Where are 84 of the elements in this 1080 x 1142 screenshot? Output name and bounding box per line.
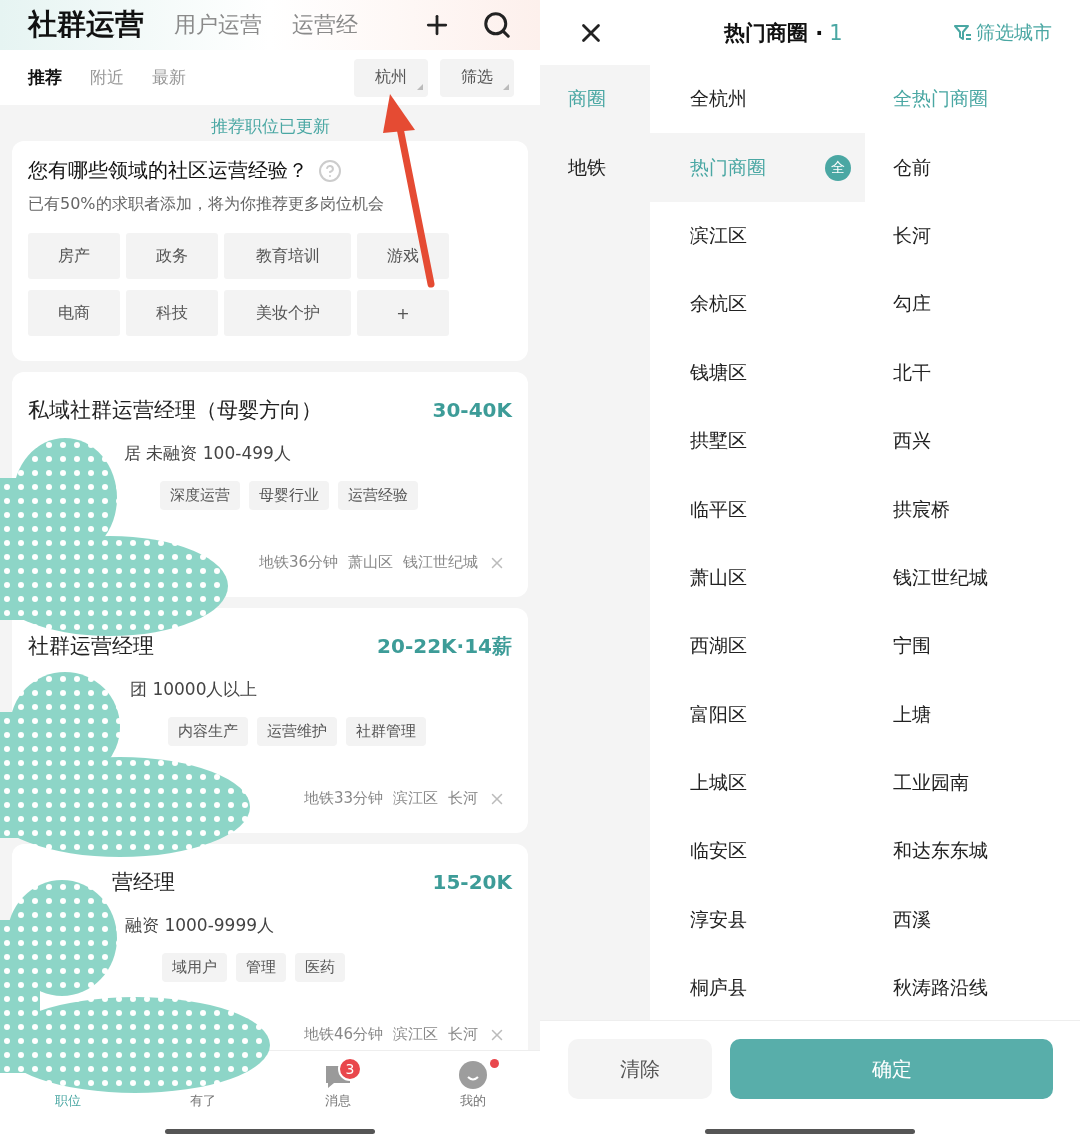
job-tag: 社群管理 (346, 717, 426, 746)
category-tab[interactable]: 社群运营 (28, 5, 144, 45)
district-item[interactable]: 钱塘区 (650, 338, 865, 407)
company-info: 居 未融资 100-499人 (124, 442, 292, 465)
sort-tab[interactable]: 推荐 (28, 66, 62, 89)
district-item[interactable]: 滨江区 (650, 201, 865, 271)
job-title: 社群运营经理 (28, 633, 154, 660)
business-area-item[interactable]: 勾庄 (865, 270, 1080, 339)
field-tag[interactable]: 游戏 (357, 233, 449, 279)
filter-dropdown[interactable]: 杭州 (354, 58, 428, 97)
field-tag[interactable]: 教育培训 (224, 233, 351, 279)
job-tag: 医药 (295, 953, 345, 982)
district-item[interactable]: 淳安县 (650, 885, 865, 955)
job-tag: 内容生产 (168, 717, 248, 746)
business-area-item[interactable]: 宁围 (865, 612, 1080, 681)
location-text: 滨江区 (393, 1025, 438, 1044)
job-tag: 管理 (236, 953, 286, 982)
field-tag[interactable]: 科技 (126, 290, 218, 336)
business-area-item[interactable]: 上塘 (865, 680, 1080, 749)
field-tag[interactable]: + (357, 290, 449, 336)
business-area-item[interactable]: 工业园南 (865, 748, 1080, 818)
search-icon[interactable] (482, 10, 512, 40)
business-area-item[interactable]: 仓前 (865, 133, 1080, 202)
category-item[interactable]: 地铁 (540, 133, 650, 202)
survey-title: 您有哪些领域的社区运营经验？ (28, 157, 308, 184)
district-item[interactable]: 上城区 (650, 748, 865, 818)
district-item[interactable]: 萧山区 (650, 543, 865, 613)
update-notice: 推荐职位已更新 (209, 115, 331, 138)
location-text: 地铁36分钟 (258, 553, 338, 572)
salary: 15-20K (432, 870, 512, 894)
all-badge: 全 (825, 154, 851, 181)
field-tag[interactable]: 美妆个护 (224, 290, 351, 336)
job-title: 私域社群运营经理（母婴方向） (28, 397, 322, 424)
panel-title: 热门商圈 · (724, 19, 824, 47)
job-tag: 深度运营 (160, 481, 240, 510)
company-info: 融资 1000-9999人 (125, 914, 276, 937)
district-item[interactable]: 余杭区 (650, 270, 865, 339)
unread-badge: 3 (338, 1057, 362, 1081)
survey-subtitle: 已有50%的求职者添加，将为你推荐更多岗位机会 (28, 194, 385, 215)
district-item[interactable]: 临平区 (650, 475, 865, 544)
smiley-face-icon (457, 1060, 488, 1090)
filter-icon (954, 23, 972, 42)
nav-tab[interactable]: 消息 (324, 1092, 351, 1110)
filter-dropdown[interactable]: 筛选 (440, 58, 514, 97)
location-text: 长河 (448, 789, 478, 808)
field-tag[interactable]: 政务 (126, 233, 218, 279)
field-tag[interactable]: 房产 (28, 233, 120, 279)
district-item[interactable]: 桐庐县 (650, 954, 865, 1020)
job-tag: 母婴行业 (249, 481, 329, 510)
field-tag[interactable]: 电商 (28, 290, 120, 336)
clear-button[interactable]: 清除 (568, 1039, 712, 1099)
corner-triangle-icon (503, 83, 509, 90)
job-tag: 运营维护 (257, 717, 337, 746)
job-tag: 运营经验 (338, 481, 418, 510)
salary: 20-22K·14薪 (377, 632, 512, 660)
help-icon[interactable] (318, 158, 342, 183)
business-area-item[interactable]: 和达东东城 (865, 817, 1080, 886)
location-text: 钱江世纪城 (403, 553, 478, 572)
district-item[interactable]: 富阳区 (650, 680, 865, 749)
business-area-item[interactable]: 秋涛路沿线 (865, 954, 1080, 1020)
location-text: 地铁46分钟 (303, 1025, 383, 1044)
location-text: 地铁33分钟 (303, 789, 383, 808)
location-text: 滨江区 (393, 789, 438, 808)
selected-count: 1 (829, 20, 843, 45)
business-area-item[interactable]: 北干 (865, 338, 1080, 407)
business-area-item[interactable]: 长河 (865, 201, 1080, 271)
salary: 30-40K (432, 398, 512, 422)
business-area-item[interactable]: 拱宸桥 (865, 475, 1080, 544)
job-title: 营经理 (112, 869, 175, 896)
nav-tab[interactable]: 我的 (459, 1092, 486, 1110)
business-area-item[interactable]: 西溪 (865, 885, 1080, 955)
district-item[interactable]: 临安区 (650, 817, 865, 886)
company-info: 团 10000人以上 (130, 678, 259, 701)
job-tag: 域用户 (162, 953, 227, 982)
district-item[interactable]: 西湖区 (650, 612, 865, 681)
location-text: 萧山区 (348, 553, 393, 572)
business-area-item[interactable]: 西兴 (865, 406, 1080, 476)
district-item[interactable]: 拱墅区 (650, 406, 865, 476)
business-area-item[interactable]: 钱江世纪城 (865, 543, 1080, 613)
location-text: 长河 (448, 1025, 478, 1044)
district-label: 热门商圈 (690, 154, 766, 180)
corner-triangle-icon (417, 83, 423, 90)
nav-tab[interactable]: 有了 (189, 1092, 216, 1110)
district-item[interactable]: 全杭州 (650, 65, 865, 134)
